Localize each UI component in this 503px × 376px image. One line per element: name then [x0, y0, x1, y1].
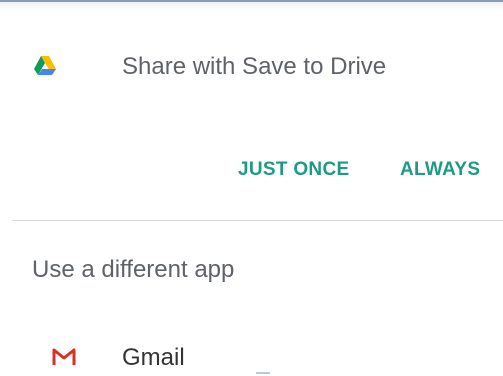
- top-edge-divider: [0, 0, 503, 2]
- app-item-label: Gmail: [122, 344, 185, 371]
- app-item-gmail[interactable]: Gmail: [0, 336, 503, 376]
- always-button[interactable]: ALWAYS: [400, 156, 480, 184]
- gmail-icon: [52, 348, 76, 365]
- just-once-button[interactable]: JUST ONCE: [238, 156, 349, 184]
- use-different-app-label: Use a different app: [32, 256, 235, 283]
- share-title: Share with Save to Drive: [122, 53, 387, 80]
- share-header: Share with Save to Drive: [0, 36, 503, 96]
- scroll-indicator: [256, 372, 270, 374]
- share-sheet: Share with Save to Drive JUST ONCE ALWAY…: [0, 0, 503, 376]
- section-divider: [12, 220, 503, 221]
- google-drive-icon: [34, 56, 56, 75]
